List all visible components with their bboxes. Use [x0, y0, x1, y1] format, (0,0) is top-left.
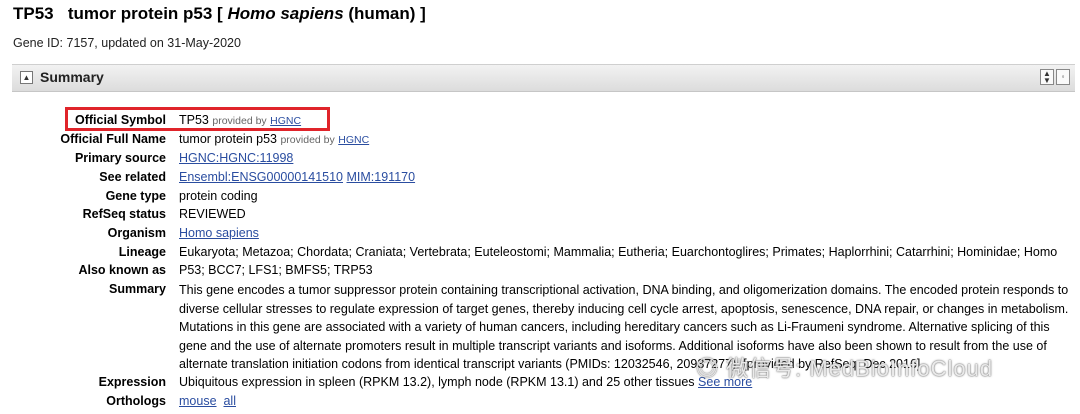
expand-icon[interactable]: ◦ [1056, 69, 1070, 85]
field-label: Official Full Name [60, 132, 166, 146]
full-name-value: tumor protein p53 [179, 132, 277, 146]
species-name: Homo sapiens [227, 4, 344, 23]
field-label: Primary source [74, 151, 166, 165]
minus-box-icon[interactable]: ▲ [20, 71, 33, 84]
field-official-symbol: Official Symbol TP53 provided by HGNC [0, 111, 1080, 129]
field-label: Official Symbol [75, 113, 166, 127]
field-see-related: See related Ensembl:ENSG00000141510 MIM:… [0, 168, 1080, 186]
all-orthologs-link[interactable]: all [223, 394, 236, 408]
gene-title: tumor protein p53 [ [67, 4, 223, 23]
gene-type-value: protein coding [179, 189, 258, 203]
field-orthologs: Orthologs mouse all [0, 392, 1080, 410]
wechat-icon: ◎ [696, 356, 720, 381]
primary-source-link[interactable]: HGNC:HGNC:11998 [179, 151, 293, 165]
field-label: Orthologs [106, 394, 166, 408]
page-title: TP53 tumor protein p53 [ Homo sapiens (h… [13, 4, 426, 24]
title-end: (human) ] [348, 4, 426, 23]
provided-by-text: provided by [280, 134, 335, 146]
field-gene-type: Gene type protein coding [0, 187, 1080, 205]
field-official-full-name: Official Full Name tumor protein p53 pro… [0, 130, 1080, 148]
official-symbol-value: TP53 [179, 113, 209, 127]
field-also-known-as: Also known as P53; BCC7; LFS1; BMFS5; TR… [0, 261, 1080, 279]
field-label: Organism [107, 226, 166, 240]
expression-value: Ubiquitous expression in spleen (RPKM 13… [179, 375, 695, 389]
gene-id-line: Gene ID: 7157, updated on 31-May-2020 [13, 36, 241, 50]
hgnc-link[interactable]: HGNC [338, 134, 369, 146]
field-label: See related [99, 170, 166, 184]
mouse-ortholog-link[interactable]: mouse [179, 394, 217, 408]
collapse-all-icon[interactable]: ▲ ▼ [1040, 69, 1054, 85]
refseq-status-value: REVIEWED [179, 207, 246, 221]
field-label: Summary [109, 282, 166, 296]
gene-symbol: TP53 [13, 4, 54, 23]
provided-by-text: provided by [212, 115, 267, 127]
mim-link[interactable]: MIM:191170 [347, 170, 416, 184]
watermark: ◎ 微信号: MedBioInfoCloud [696, 351, 993, 383]
watermark-text: 微信号: MedBioInfoCloud [726, 356, 994, 381]
field-label: RefSeq status [82, 207, 166, 221]
aliases-value: P53; BCC7; LFS1; BMFS5; TRP53 [179, 263, 373, 277]
field-value: TP53 provided by HGNC [179, 111, 301, 130]
ensembl-link[interactable]: Ensembl:ENSG00000141510 [179, 170, 343, 184]
field-label: Expression [98, 375, 166, 389]
field-primary-source: Primary source HGNC:HGNC:11998 [0, 149, 1080, 167]
field-label: Also known as [78, 263, 166, 277]
hgnc-link[interactable]: HGNC [270, 115, 301, 127]
lineage-value: Eukaryota; Metazoa; Chordata; Craniata; … [179, 245, 1058, 259]
field-organism: Organism Homo sapiens [0, 224, 1080, 242]
organism-link[interactable]: Homo sapiens [179, 226, 259, 240]
field-label: Gene type [105, 189, 166, 203]
summary-section-header[interactable]: ▲ Summary ▲ ▼ ◦ [12, 64, 1075, 92]
field-refseq-status: RefSeq status REVIEWED [0, 205, 1080, 223]
field-label: Lineage [118, 245, 166, 259]
summary-section-label: Summary [40, 69, 104, 85]
field-value: tumor protein p53 provided by HGNC [179, 130, 369, 149]
field-lineage: Lineage Eukaryota; Metazoa; Chordata; Cr… [0, 243, 1080, 261]
